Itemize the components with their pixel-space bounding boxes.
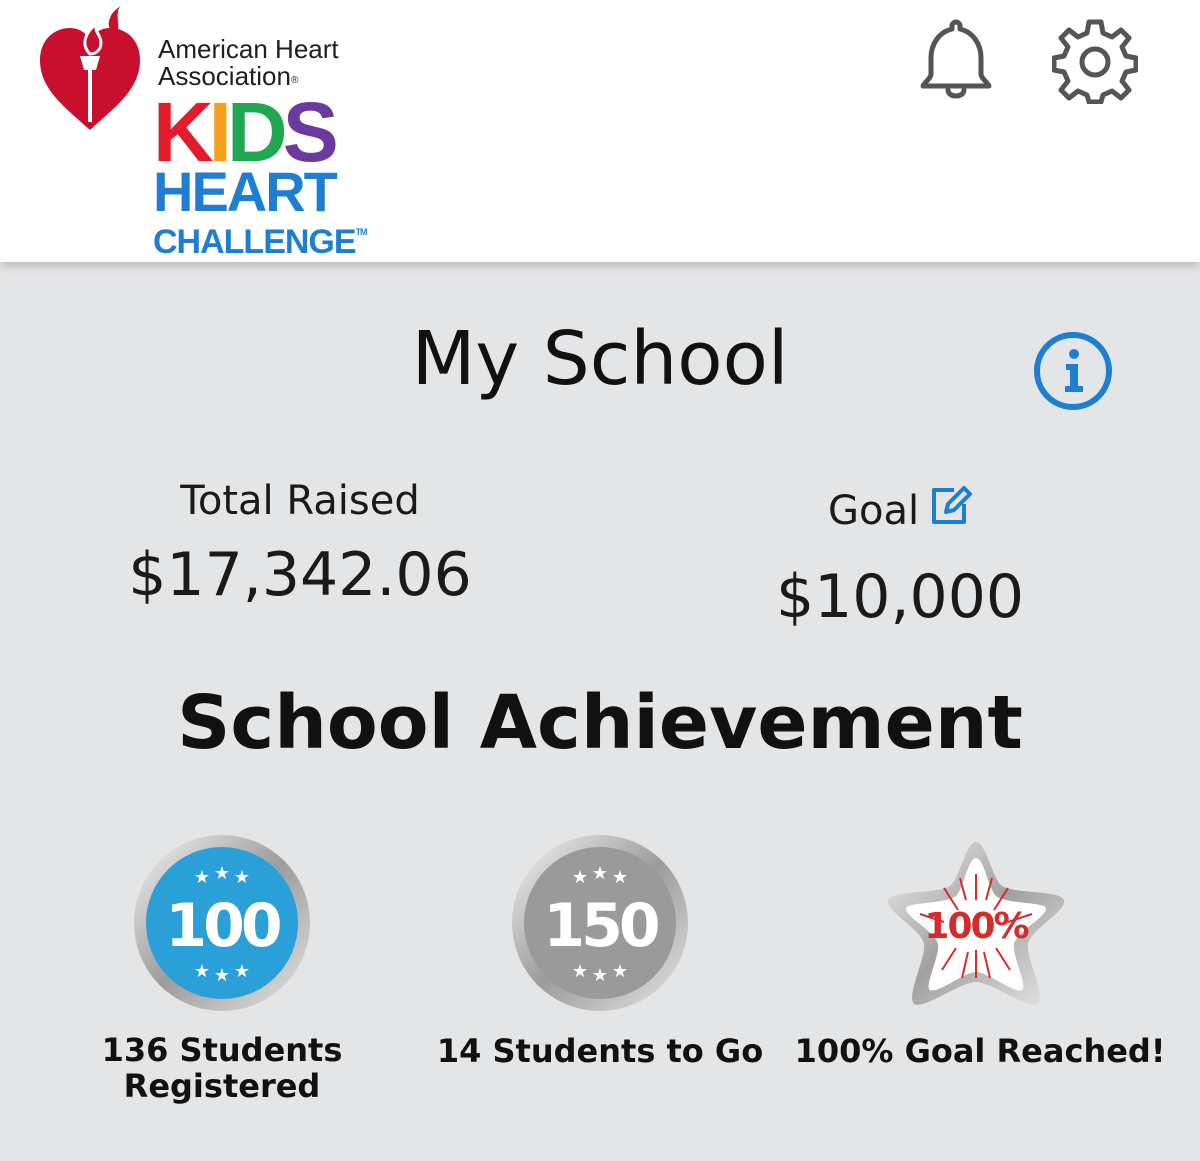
badge-150-number: 150 <box>543 891 657 961</box>
svg-text:★: ★ <box>234 867 250 888</box>
svg-text:★: ★ <box>234 961 250 982</box>
badge-caption-line2: Registered <box>123 1067 321 1105</box>
badge-100-students-icon: ★ ★ ★ ★ ★ ★ 100 <box>134 835 310 1011</box>
svg-text:★: ★ <box>214 965 230 986</box>
svg-text:★: ★ <box>194 961 210 982</box>
badge-100-percent-goal-icon: 100% <box>887 842 1065 1005</box>
kids-heart-challenge-logo: KIDS HEART CHALLENGETM <box>153 90 368 261</box>
badge-caption-line1: 136 Students <box>101 1031 343 1069</box>
svg-text:★: ★ <box>214 863 230 884</box>
bell-icon[interactable] <box>915 16 997 102</box>
total-raised-label: Total Raised <box>180 478 420 524</box>
svg-text:★: ★ <box>612 961 628 982</box>
svg-text:★: ★ <box>572 961 588 982</box>
badge-100-number: 100 <box>165 891 279 961</box>
badge-percent-number: 100% <box>924 906 1028 947</box>
info-icon[interactable] <box>1030 330 1116 412</box>
goal-value: $10,000 <box>775 562 1025 632</box>
edit-goal-icon[interactable] <box>928 484 972 526</box>
badge-caption-goal-reached: 100% Goal Reached! <box>794 1032 1166 1070</box>
badge-150-students-icon: ★ ★ ★ ★ ★ ★ 150 <box>512 835 688 1011</box>
brand-challenge: CHALLENGETM <box>153 216 368 261</box>
app-header: American Heart Association® KIDS HEART C… <box>0 0 1200 262</box>
brand-heart: HEART <box>153 160 338 223</box>
svg-text:★: ★ <box>592 965 608 986</box>
aha-heart-torch-logo-icon <box>40 6 140 130</box>
gear-icon[interactable] <box>1052 18 1138 104</box>
trademark-mark: TM <box>355 227 368 237</box>
svg-text:★: ★ <box>194 867 210 888</box>
total-raised-value: $17,342.06 <box>128 540 472 610</box>
page-title: My School <box>411 316 789 402</box>
svg-text:★: ★ <box>572 867 588 888</box>
badge-caption-to-go: 14 Students to Go <box>436 1032 764 1070</box>
org-name-line1: American Heart <box>158 34 339 64</box>
achievement-title: School Achievement <box>177 680 1023 766</box>
brand-challenge-text: CHALLENGE <box>153 223 357 261</box>
svg-text:★: ★ <box>612 867 628 888</box>
badge-caption-registered: 136 Students Registered <box>72 1032 372 1104</box>
svg-text:★: ★ <box>592 863 608 884</box>
